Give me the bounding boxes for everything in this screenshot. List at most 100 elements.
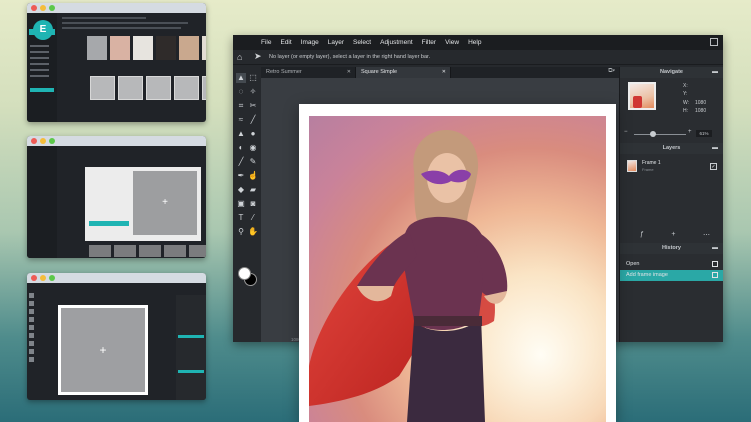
new-layer-icon[interactable]: +: [671, 231, 675, 239]
right-panel: Navigate ▬ X: Y: W: 1080 H: 1080 − + 61%…: [619, 67, 723, 342]
brush-icon[interactable]: ╱: [236, 157, 246, 167]
more-options-icon[interactable]: ⋯: [703, 231, 710, 239]
stamp-icon[interactable]: ▲: [236, 129, 246, 139]
image-icon: [712, 272, 718, 278]
framed-photo: [299, 104, 616, 422]
crop-icon[interactable]: ⌗: [236, 101, 246, 111]
thumbnail-window-editor: +: [27, 273, 206, 400]
magic-wand-icon[interactable]: ✧: [248, 87, 258, 97]
tab-close-icon[interactable]: ✕: [347, 69, 351, 75]
move-tool-icon[interactable]: ▲: [236, 73, 246, 83]
menu-adjustment[interactable]: Adjustment: [380, 39, 413, 46]
options-bar: ⌂ ➤ No layer (or empty layer), select a …: [233, 50, 723, 65]
heal-icon[interactable]: ≈: [236, 115, 246, 125]
image-icon[interactable]: ▣: [236, 199, 246, 209]
lasso-icon[interactable]: ◌: [236, 87, 246, 97]
thumbnail-template-photos: [87, 36, 206, 60]
minimize-dot-icon: [40, 275, 46, 281]
thumbnail-layout-grid: [90, 76, 206, 100]
thumbnail-canvas-placeholder: +: [58, 305, 148, 395]
menu-help[interactable]: Help: [468, 39, 481, 46]
zoom-slider[interactable]: − + 61%: [624, 129, 720, 138]
tabs-menu-icon[interactable]: ⧉▾: [608, 68, 615, 75]
history-item-label: Open: [626, 261, 640, 267]
thumbnail-titlebar: [27, 273, 206, 283]
thumbnail-window-dialog: +: [27, 136, 206, 258]
scissors-icon[interactable]: ✂: [248, 101, 258, 111]
document-tabs: Retro Summer ✕ Square Simple ✕ ⧉▾: [261, 67, 619, 78]
menu-edit[interactable]: Edit: [280, 39, 291, 46]
history-item[interactable]: Open: [620, 259, 723, 270]
menu-image[interactable]: Image: [301, 39, 319, 46]
hand-icon[interactable]: ✋: [248, 227, 258, 237]
history-item[interactable]: Add frame image: [620, 270, 723, 281]
collapse-icon[interactable]: ▬: [712, 243, 718, 254]
menu-bar: File Edit Image Layer Select Adjustment …: [233, 35, 723, 50]
thumbnail-description: [62, 17, 202, 32]
layer-type: Frame: [642, 167, 654, 172]
sponge-icon[interactable]: ◉: [248, 143, 258, 153]
nav-h-label: H:: [683, 108, 688, 114]
layer-tools: ƒ + ⋯: [640, 231, 710, 239]
app-logo: E: [33, 20, 53, 40]
superhero-girl-photo: [309, 116, 606, 422]
tab-square-simple[interactable]: Square Simple ✕: [356, 67, 451, 78]
options-hint: No layer (or empty layer), select a laye…: [269, 54, 431, 60]
pencil-icon[interactable]: ✎: [248, 157, 258, 167]
zoom-knob[interactable]: [650, 131, 656, 137]
close-dot-icon: [31, 5, 37, 11]
tab-retro-summer[interactable]: Retro Summer ✕: [261, 67, 356, 78]
toolbox: ▲ ⬚ ◌ ✧ ⌗ ✂ ≈ ╱ ▲ ● ◐ ◉ ╱ ✎ ✒ ☝ ◆ ▰ ▣ ◙ …: [233, 67, 261, 342]
tab-label: Retro Summer: [266, 69, 302, 75]
bandage-icon[interactable]: ╱: [248, 115, 258, 125]
eyedropper-icon[interactable]: ⁄: [248, 213, 258, 223]
fullscreen-icon[interactable]: [710, 38, 718, 46]
layer-visibility-checkbox[interactable]: ✓: [710, 163, 717, 170]
navigator-preview[interactable]: [628, 82, 656, 110]
placeholder-plus-icon: +: [133, 171, 197, 235]
zoom-out-icon[interactable]: −: [624, 129, 628, 135]
navigate-panel-header: Navigate ▬: [620, 67, 723, 78]
thumbnail-collage-dialog: +: [85, 167, 201, 241]
marquee-icon[interactable]: ⬚: [248, 73, 258, 83]
smudge-icon[interactable]: ☝: [248, 171, 258, 181]
document-icon: [712, 261, 718, 267]
thumbnail-window-templates: E: [27, 3, 206, 122]
thumbnail-right-panel: [176, 295, 206, 400]
zoom-in-icon[interactable]: +: [688, 129, 692, 135]
nav-h-value: 1080: [695, 108, 707, 114]
collapse-icon[interactable]: ▬: [712, 143, 718, 154]
home-icon[interactable]: ⌂: [237, 52, 242, 62]
minimize-dot-icon: [40, 5, 46, 11]
menu-view[interactable]: View: [445, 39, 459, 46]
layer-name: Frame 1: [642, 160, 661, 166]
menu-layer[interactable]: Layer: [328, 39, 344, 46]
menu-file[interactable]: File: [261, 39, 271, 46]
menu-filter[interactable]: Filter: [422, 39, 436, 46]
tab-label: Square Simple: [361, 69, 398, 75]
pen-icon[interactable]: ✒: [236, 171, 246, 181]
text-icon[interactable]: T: [236, 213, 246, 223]
thumbnail-teal-bar: [178, 335, 204, 338]
fill-icon[interactable]: ◆: [236, 185, 246, 195]
thumbnail-cells: [89, 245, 206, 257]
minimize-dot-icon: [40, 138, 46, 144]
photo-illustration: [309, 116, 606, 422]
eraser-icon[interactable]: ▰: [248, 185, 258, 195]
nav-x-label: X:: [683, 83, 688, 89]
tab-close-icon[interactable]: ✕: [442, 69, 446, 75]
dodge-icon[interactable]: ◐: [236, 143, 246, 153]
history-panel-header: History ▬: [620, 243, 723, 254]
collapse-icon[interactable]: ▬: [712, 67, 718, 78]
shape-icon[interactable]: ◙: [248, 199, 258, 209]
zoom-icon[interactable]: ⚲: [236, 227, 246, 237]
layer-style-icon[interactable]: ƒ: [640, 231, 644, 239]
thumbnail-teal-bar: [178, 370, 204, 373]
menu-select[interactable]: Select: [353, 39, 371, 46]
move-arrow-icon[interactable]: ➤: [254, 51, 262, 62]
zoom-percent[interactable]: 61%: [696, 130, 712, 137]
layer-row[interactable]: Frame 1 Frame ✓: [620, 157, 723, 177]
drop-icon[interactable]: ●: [248, 129, 258, 139]
maximize-dot-icon: [49, 275, 55, 281]
foreground-color-swatch[interactable]: [238, 267, 251, 280]
